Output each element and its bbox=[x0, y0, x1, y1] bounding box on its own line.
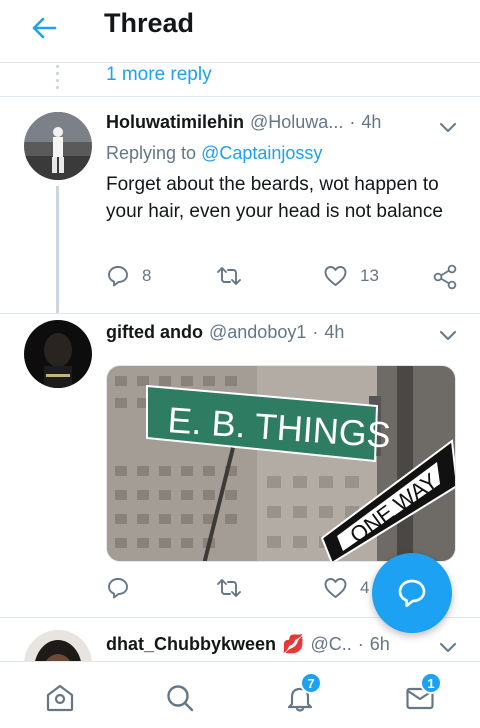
avatar[interactable] bbox=[24, 112, 92, 180]
home-icon bbox=[46, 684, 74, 712]
tweet-header: dhat_Chubbykween 💋 @C.. · 6h bbox=[106, 634, 390, 655]
more-replies-link[interactable]: 1 more reply bbox=[106, 64, 212, 86]
display-name[interactable]: gifted ando bbox=[106, 322, 203, 343]
retweet-action[interactable] bbox=[216, 576, 254, 600]
replying-prefix: Replying to bbox=[106, 143, 197, 163]
replying-to: Replying to @Captainjossy bbox=[106, 143, 322, 164]
chevron-down-icon[interactable] bbox=[437, 328, 459, 344]
username[interactable]: @C.. bbox=[310, 634, 351, 655]
display-name[interactable]: dhat_Chubbykween bbox=[106, 634, 276, 655]
more-replies-row[interactable]: 1 more reply bbox=[0, 63, 480, 97]
chevron-down-icon[interactable] bbox=[437, 640, 459, 656]
chevron-down-icon[interactable] bbox=[437, 120, 459, 136]
separator: · bbox=[312, 322, 319, 342]
tweet[interactable]: Holuwatimilehin @Holuwa... · 4h Replying… bbox=[0, 98, 480, 314]
username[interactable]: @Holuwa... bbox=[250, 112, 343, 133]
back-button[interactable] bbox=[28, 14, 60, 42]
thread-line bbox=[56, 186, 59, 314]
like-count: 13 bbox=[360, 266, 379, 285]
display-name[interactable]: Holuwatimilehin bbox=[106, 112, 244, 133]
reply-fab[interactable] bbox=[372, 553, 452, 633]
reply-icon bbox=[108, 578, 128, 599]
heart-icon bbox=[324, 266, 347, 286]
reply-icon bbox=[108, 266, 128, 287]
bottom-navigation: 7 1 bbox=[0, 661, 480, 728]
notifications-badge: 7 bbox=[300, 672, 322, 694]
timestamp[interactable]: 4h bbox=[361, 112, 381, 133]
tweet-text: Forget about the beards, wot happen to y… bbox=[106, 174, 443, 222]
like-count: 4 bbox=[360, 578, 370, 597]
top-app-bar: Thread bbox=[0, 0, 480, 63]
compose-reply-icon bbox=[398, 579, 426, 607]
tweet-header: Holuwatimilehin @Holuwa... · 4h bbox=[106, 112, 381, 133]
retweet-icon bbox=[217, 579, 241, 597]
avatar[interactable] bbox=[24, 320, 92, 388]
reply-action[interactable]: 8 bbox=[106, 264, 151, 288]
tweet-header: gifted ando @andoboy1 · 4h bbox=[106, 322, 344, 343]
like-action[interactable]: 4 bbox=[323, 576, 369, 600]
retweet-action[interactable] bbox=[216, 264, 254, 288]
search-icon bbox=[167, 685, 194, 712]
page-title: Thread bbox=[104, 8, 195, 38]
share-action[interactable] bbox=[432, 264, 458, 290]
timestamp[interactable]: 4h bbox=[324, 322, 344, 343]
reply-action[interactable] bbox=[106, 576, 142, 600]
timestamp[interactable]: 6h bbox=[370, 634, 390, 655]
tweet-media-image[interactable]: E. B. THINGS ONE WAY bbox=[106, 365, 456, 562]
thread-connector-dots bbox=[56, 63, 59, 89]
avatar[interactable] bbox=[24, 630, 92, 661]
separator: · bbox=[349, 112, 356, 132]
arrow-left-icon bbox=[32, 17, 57, 39]
separator: · bbox=[357, 634, 364, 654]
share-icon bbox=[433, 264, 457, 290]
reply-count: 8 bbox=[142, 266, 152, 285]
replying-mention[interactable]: @Captainjossy bbox=[201, 143, 322, 163]
nav-home[interactable] bbox=[42, 680, 78, 716]
like-action[interactable]: 13 bbox=[323, 264, 379, 288]
retweet-icon bbox=[217, 267, 241, 285]
heart-icon bbox=[324, 578, 347, 598]
username[interactable]: @andoboy1 bbox=[209, 322, 306, 343]
nav-search[interactable] bbox=[162, 680, 198, 716]
name-emoji: 💋 bbox=[282, 634, 305, 654]
tweet-actions: 8 13 bbox=[106, 264, 458, 292]
messages-badge: 1 bbox=[420, 672, 442, 694]
